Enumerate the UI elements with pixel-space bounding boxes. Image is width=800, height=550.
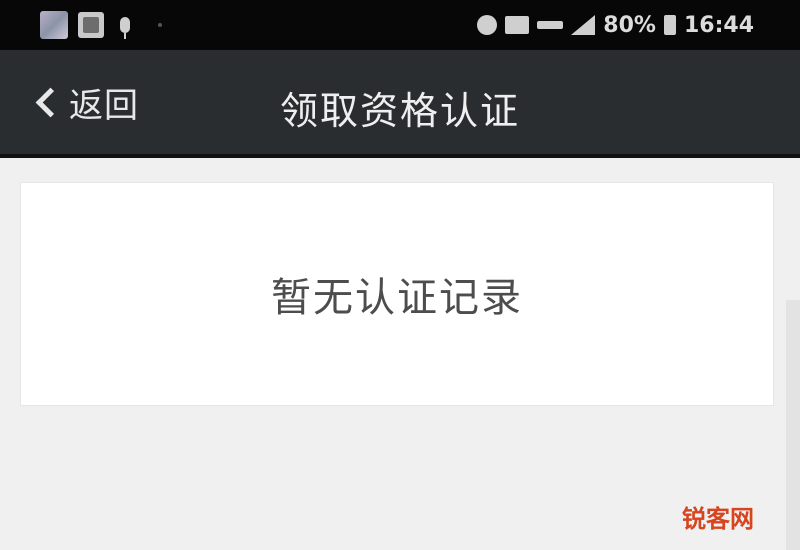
battery-percent: 80% — [603, 12, 656, 38]
clock: 16:44 — [683, 12, 754, 38]
watermark: 锐客网 — [682, 505, 754, 533]
battery-icon — [663, 15, 676, 35]
page-title: 领取资格认证 — [279, 89, 520, 133]
nfc-icon — [537, 21, 564, 29]
alarm-icon — [477, 15, 498, 35]
side-edge — [786, 300, 800, 550]
dot-icon — [158, 23, 162, 27]
navigation-bar: 返回 领取资格认证 — [0, 50, 800, 158]
status-bar-notifications — [40, 10, 162, 40]
empty-state-card: 暂无认证记录 — [20, 182, 774, 406]
empty-state-message: 暂无认证记录 — [271, 275, 523, 321]
notification-image-icon — [78, 12, 104, 38]
mute-icon — [505, 16, 530, 34]
status-bar: 80% 16:44 — [0, 0, 800, 50]
signal-icon — [571, 15, 596, 35]
microphone-icon — [120, 17, 130, 39]
notification-thumbnail-icon — [40, 11, 68, 39]
status-bar-system: 80% 16:44 — [477, 10, 754, 40]
